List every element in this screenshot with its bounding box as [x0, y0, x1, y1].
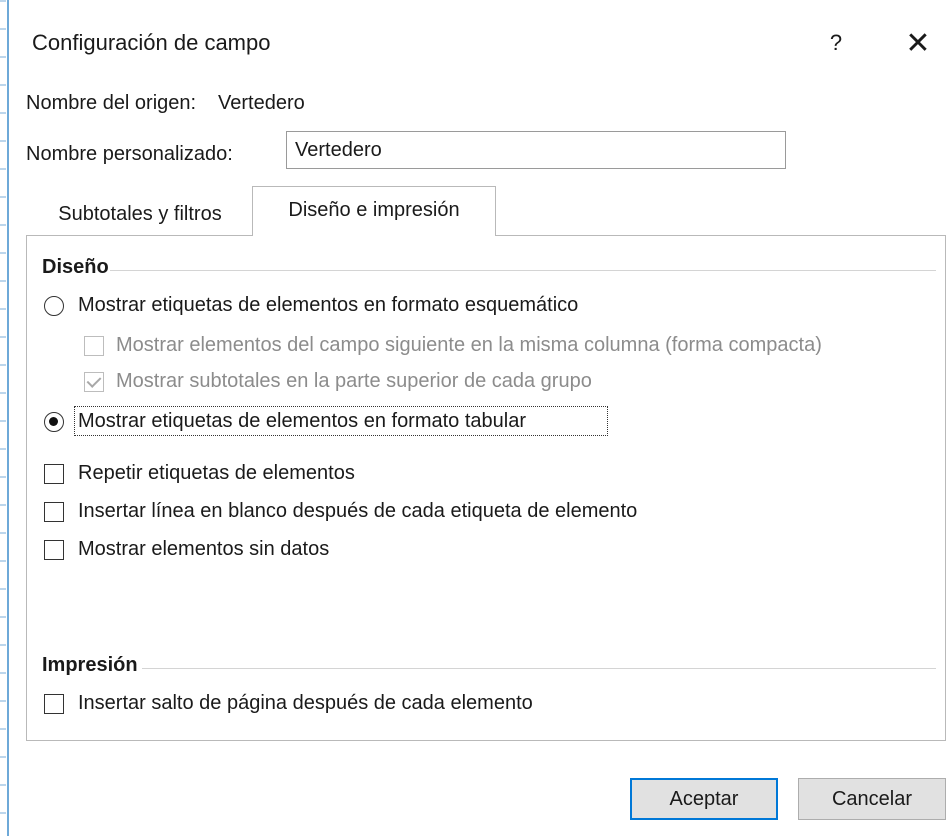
custom-name-label: Nombre personalizado: [26, 143, 233, 165]
subtotals-top-label: Mostrar subtotales en la parte superior … [116, 370, 592, 392]
insert-blank-line-checkbox[interactable] [44, 502, 64, 522]
outline-form-radio[interactable] [44, 296, 64, 316]
tabular-form-label: Mostrar etiquetas de elementos en format… [78, 410, 527, 432]
compact-form-label: Mostrar elementos del campo siguiente en… [116, 334, 822, 356]
source-name-value: Vertedero [218, 92, 305, 114]
tab-subtotals-filters[interactable]: Subtotales y filtros [30, 198, 250, 234]
ok-button[interactable]: Aceptar [630, 778, 778, 820]
field-settings-dialog: Configuración de campo ? ✕ Nombre del or… [10, 0, 952, 836]
print-divider [142, 668, 936, 669]
dialog-border [7, 0, 9, 836]
repeat-labels-checkbox[interactable] [44, 464, 64, 484]
print-heading: Impresión [42, 654, 138, 676]
help-button[interactable]: ? [818, 26, 854, 60]
insert-blank-line-label: Insertar línea en blanco después de cada… [78, 500, 638, 522]
repeat-labels-label: Repetir etiquetas de elementos [78, 462, 355, 484]
compact-form-checkbox[interactable] [84, 336, 104, 356]
source-name-label: Nombre del origen: [26, 92, 197, 114]
background-window-edge [0, 0, 6, 836]
subtotals-top-checkbox[interactable] [84, 372, 104, 392]
cancel-button[interactable]: Cancelar [798, 778, 946, 820]
custom-name-input[interactable] [286, 131, 786, 169]
layout-heading: Diseño [42, 256, 109, 278]
outline-form-label: Mostrar etiquetas de elementos en format… [78, 294, 579, 316]
page-break-label: Insertar salto de página después de cada… [78, 692, 533, 714]
tabular-form-radio[interactable] [44, 412, 64, 432]
layout-divider [110, 270, 936, 271]
show-items-no-data-checkbox[interactable] [44, 540, 64, 560]
page-break-checkbox[interactable] [44, 694, 64, 714]
dialog-title: Configuración de campo [32, 30, 271, 55]
show-items-no-data-label: Mostrar elementos sin datos [78, 538, 330, 560]
tab-layout-print[interactable]: Diseño e impresión [252, 186, 496, 236]
close-icon[interactable]: ✕ [898, 26, 938, 62]
